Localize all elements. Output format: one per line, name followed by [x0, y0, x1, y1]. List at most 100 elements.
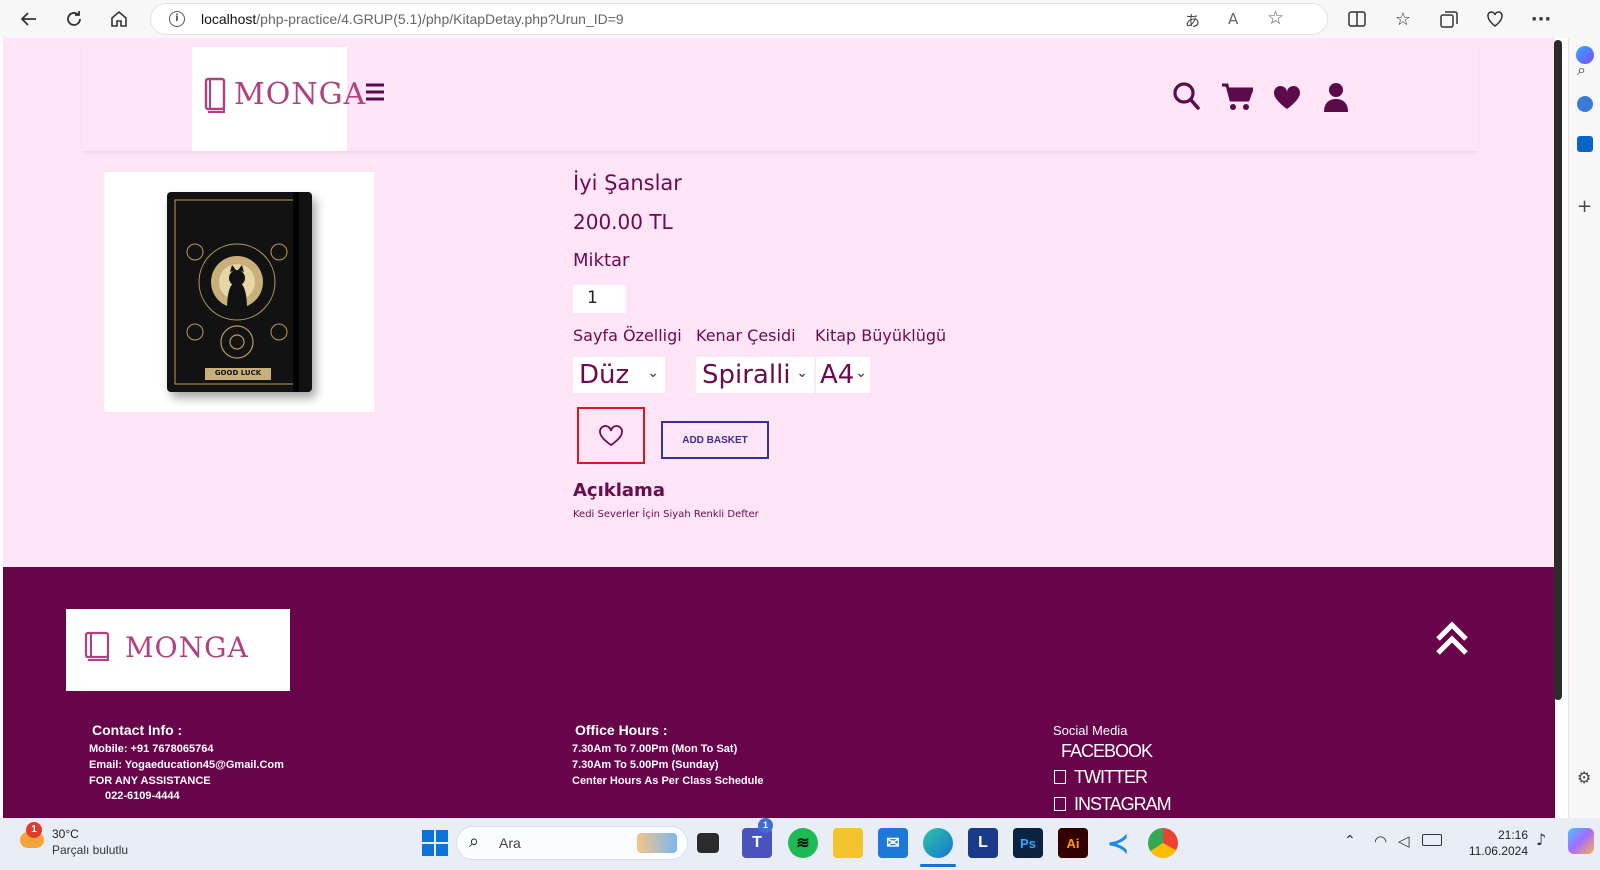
site-header: MONGA — [82, 47, 1478, 151]
browser-toolbar: i localhost/php-practice/4.GRUP(5.1)/php… — [0, 0, 1600, 38]
cover-text: GOOD LUCK — [214, 369, 262, 377]
quantity-input[interactable]: 1 — [573, 285, 626, 313]
cart-icon[interactable] — [1221, 83, 1255, 115]
twitter-icon — [1054, 770, 1066, 784]
vscode-icon[interactable]: ≺ — [1103, 828, 1133, 858]
site-logo[interactable]: MONGA — [192, 47, 365, 151]
instagram-link[interactable]: INSTAGRAM — [1074, 794, 1172, 815]
search-placeholder: Ara — [499, 835, 521, 851]
office-hours-title: Office Hours : — [575, 722, 668, 738]
edge-option-value: Spiralli — [702, 360, 791, 390]
weather-desc: Parçalı bulutlu — [52, 843, 129, 857]
user-icon[interactable] — [1324, 82, 1348, 116]
windows-taskbar: 1 30°C Parçalı bulutlu ⌕ Ara T 1 ≋ ✉ L P… — [0, 818, 1600, 870]
contact-phone: 022-6109-4444 — [105, 790, 180, 802]
notification-bell-icon[interactable]: ♪ — [1536, 830, 1546, 849]
browser-sidebar: ⌕ + ⚙ — [1568, 38, 1600, 818]
split-screen-icon[interactable] — [1342, 4, 1372, 34]
chevron-down-icon: ⌄ — [855, 365, 867, 381]
footer-logo[interactable]: MONGA — [66, 609, 290, 691]
volume-icon[interactable]: ◁ — [1398, 832, 1410, 850]
page-option-label: Sayfa Özelligi — [573, 326, 682, 345]
clock-time[interactable]: 21:16 — [1470, 828, 1528, 842]
add-basket-button[interactable]: ADD BASKET — [661, 421, 769, 459]
l-app-icon[interactable]: L — [968, 828, 998, 858]
contact-email: Email: Yogaeducation45@Gmail.Com — [89, 759, 284, 771]
sidebar-settings-icon[interactable]: ⚙ — [1577, 768, 1591, 787]
office-hours-line: 7.30Am To 7.00Pm (Mon To Sat) — [572, 743, 738, 755]
copilot-taskbar-icon[interactable] — [1568, 828, 1594, 854]
heart-outline-icon — [599, 424, 623, 446]
product-image: GOOD LUCK — [104, 172, 374, 412]
edge-option-select[interactable]: Spiralli ⌄ — [696, 357, 814, 393]
active-app-indicator — [920, 864, 956, 867]
illustrator-icon[interactable]: Ai — [1058, 828, 1088, 858]
hamburger-menu-icon[interactable] — [365, 83, 385, 105]
book-cover-image: GOOD LUCK — [167, 192, 312, 392]
search-icon: ⌕ — [469, 831, 480, 852]
search-highlight-icon — [637, 833, 677, 853]
contact-mobile: Mobile: +91 7678065764 — [89, 743, 214, 755]
address-bar[interactable]: i localhost/php-practice/4.GRUP(5.1)/php… — [150, 3, 1328, 35]
chrome-icon[interactable] — [1148, 828, 1178, 858]
chevron-up-icon[interactable]: ⌃ — [1344, 833, 1356, 849]
add-to-favorites-button[interactable] — [577, 407, 645, 464]
outlook-icon[interactable] — [1577, 136, 1593, 152]
start-icon[interactable] — [422, 830, 448, 860]
chevron-down-icon: ⌄ — [647, 365, 659, 381]
page-scrollbar[interactable] — [1554, 40, 1562, 700]
quantity-label: Miktar — [573, 250, 630, 271]
social-media-title: Social Media — [1053, 723, 1128, 738]
back-icon[interactable] — [14, 4, 44, 34]
product-title: İyi Şanslar — [573, 171, 682, 195]
edge-icon[interactable] — [923, 828, 953, 858]
read-aloud-icon[interactable]: A — [1228, 10, 1238, 28]
shopping-icon[interactable] — [1577, 96, 1593, 112]
mail-icon[interactable]: ✉ — [878, 828, 908, 858]
more-menu-icon[interactable]: ··· — [1526, 4, 1556, 34]
weather-badge: 1 — [26, 822, 42, 838]
url-text: localhost/php-practice/4.GRUP(5.1)/php/K… — [201, 11, 624, 27]
wishlist-heart-icon[interactable] — [1273, 85, 1301, 114]
instagram-icon — [1054, 797, 1066, 811]
translate-icon[interactable]: あ — [1185, 10, 1200, 31]
file-explorer-icon[interactable] — [833, 828, 863, 858]
weather-temp: 30°C — [52, 827, 79, 841]
browser-essentials-icon[interactable] — [1480, 4, 1510, 34]
site-info-icon[interactable]: i — [169, 11, 185, 27]
battery-icon[interactable] — [1422, 834, 1442, 846]
url-host: localhost — [201, 11, 257, 27]
favorite-star-icon[interactable]: ☆ — [1267, 7, 1284, 29]
task-view-icon[interactable] — [697, 833, 719, 853]
facebook-link[interactable]: FACEBOOK — [1061, 741, 1153, 762]
contact-assistance: FOR ANY ASSISTANCE — [89, 775, 211, 787]
size-option-label: Kitap Büyüklügü — [815, 326, 947, 345]
collections-icon[interactable] — [1434, 4, 1464, 34]
clock-date[interactable]: 11.06.2024 — [1455, 844, 1528, 858]
edge-option-label: Kenar Çesidi — [696, 326, 796, 345]
page-option-select[interactable]: Düz ⌄ — [573, 357, 665, 393]
description-text: Kedi Severler İçin Siyah Renkli Defter — [573, 509, 759, 520]
web-page: MONGA GOOD LUCK İyi Şanslar 200.00 TL Mi… — [3, 38, 1555, 818]
product-price: 200.00 TL — [573, 210, 673, 234]
reload-icon[interactable] — [59, 4, 89, 34]
taskbar-search[interactable]: ⌕ Ara — [456, 826, 688, 860]
photoshop-icon[interactable]: Ps — [1013, 828, 1043, 858]
weather-icon[interactable]: 1 — [18, 822, 46, 850]
contact-title: Contact Info : — [92, 722, 183, 738]
add-sidebar-icon[interactable]: + — [1577, 196, 1592, 217]
chevron-down-icon: ⌄ — [796, 365, 808, 381]
search-icon[interactable] — [1172, 81, 1200, 115]
size-option-select[interactable]: A4 ⌄ — [816, 357, 870, 393]
favorites-icon[interactable]: ☆ — [1388, 4, 1418, 34]
search-sidebar-icon[interactable]: ⌕ — [1577, 60, 1586, 80]
spotify-icon[interactable]: ≋ — [788, 828, 818, 858]
size-option-value: A4 — [820, 360, 855, 390]
description-title: Açıklama — [573, 480, 665, 501]
home-icon[interactable] — [104, 4, 134, 34]
book-logo-icon — [204, 77, 226, 113]
twitter-link[interactable]: TWITTER — [1074, 767, 1148, 788]
scroll-to-top-icon[interactable] — [1435, 619, 1469, 661]
wifi-icon[interactable]: ◠ — [1374, 832, 1387, 850]
site-footer: MONGA Contact Info : Mobile: +91 7678065… — [3, 567, 1555, 818]
